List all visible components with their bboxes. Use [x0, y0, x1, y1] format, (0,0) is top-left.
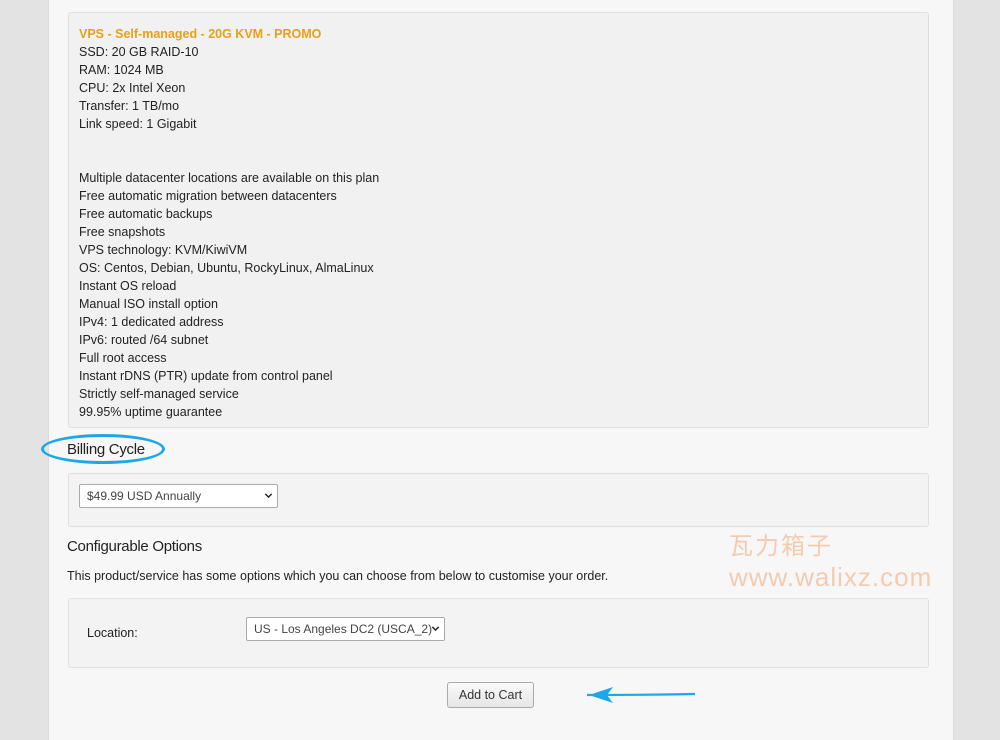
- order-page: VPS - Self-managed - 20G KVM - PROMO SSD…: [41, 0, 954, 740]
- feature-item: IPv4: 1 dedicated address: [79, 315, 224, 329]
- feature-item: Manual ISO install option: [79, 297, 218, 311]
- watermark-text: 瓦力箱子: [729, 533, 833, 560]
- feature-item: Free automatic backups: [79, 207, 213, 221]
- feature-item: Free snapshots: [79, 225, 166, 239]
- arrow-left-icon: [586, 687, 696, 703]
- feature-item: 99.95% uptime guarantee: [79, 405, 223, 419]
- feature-item: IPv6: routed /64 subnet: [79, 333, 209, 347]
- feature-item: Full root access: [79, 351, 167, 365]
- location-label: Location:: [87, 626, 138, 640]
- feature-item: Instant OS reload: [79, 279, 177, 293]
- feature-item: OS: Centos, Debian, Ubuntu, RockyLinux, …: [79, 261, 374, 275]
- product-details-box: VPS - Self-managed - 20G KVM - PROMO SSD…: [68, 12, 929, 428]
- configurable-options-box: [68, 598, 929, 668]
- feature-item: Instant rDNS (PTR) update from control p…: [79, 369, 333, 383]
- spec-transfer: Transfer: 1 TB/mo: [79, 99, 180, 113]
- spec-ram: RAM: 1024 MB: [79, 63, 164, 77]
- watermark: 瓦力箱子 www.walixz.com: [729, 532, 932, 592]
- spec-cpu: CPU: 2x Intel Xeon: [79, 81, 186, 95]
- configurable-options-description: This product/service has some options wh…: [67, 569, 609, 583]
- spec-link-speed: Link speed: 1 Gigabit: [79, 117, 197, 131]
- location-select[interactable]: US - Los Angeles DC2 (USCA_2): [246, 617, 445, 641]
- billing-cycle-value: $49.99 USD Annually: [87, 489, 202, 503]
- watermark-url: www.walixz.com: [729, 562, 933, 592]
- configurable-options-heading: Configurable Options: [67, 538, 202, 555]
- spec-ssd: SSD: 20 GB RAID-10: [79, 45, 199, 59]
- billing-cycle-select[interactable]: $49.99 USD Annually: [79, 484, 278, 508]
- chevron-down-icon: [264, 493, 273, 499]
- billing-cycle-heading: Billing Cycle: [67, 441, 145, 458]
- location-value: US - Los Angeles DC2 (USCA_2): [254, 622, 433, 636]
- feature-item: Multiple datacenter locations are availa…: [79, 171, 380, 185]
- chevron-down-icon: [431, 626, 440, 632]
- feature-item: Strictly self-managed service: [79, 387, 239, 401]
- feature-item: Free automatic migration between datacen…: [79, 189, 337, 203]
- add-to-cart-button[interactable]: Add to Cart: [447, 682, 534, 708]
- feature-item: VPS technology: KVM/KiwiVM: [79, 243, 248, 257]
- product-title: VPS - Self-managed - 20G KVM - PROMO: [79, 27, 322, 41]
